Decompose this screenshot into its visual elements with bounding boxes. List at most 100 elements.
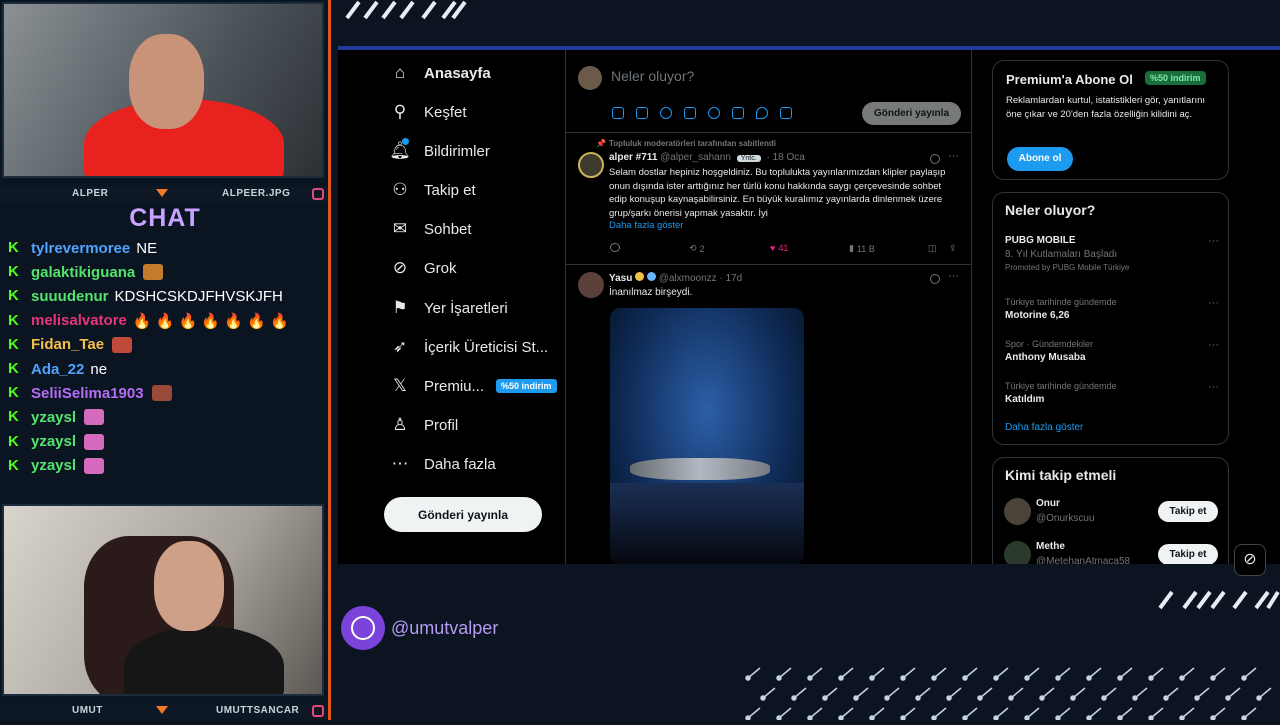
reply-button[interactable] xyxy=(610,243,620,252)
more-options-icon[interactable]: ··· xyxy=(948,150,959,162)
trend-item[interactable]: Türkiye tarihinde gündemde Katıldım ··· xyxy=(1005,381,1219,405)
chat-message: K SeliiSelima1903 xyxy=(8,382,172,404)
add-user-icon: ⚇ xyxy=(392,180,408,199)
nav-item-label: Anasayfa xyxy=(424,64,491,82)
nav-item-grok[interactable]: ⊘ Grok xyxy=(390,253,457,283)
slash-decoration-icon xyxy=(1158,590,1280,610)
pinned-note: Topluluk moderatörleri tarafından sabitl… xyxy=(609,139,776,148)
follow-button[interactable]: Takip et xyxy=(1158,544,1218,564)
kick-badge-icon: K xyxy=(8,311,19,329)
chat-message: Ktylrevermoree NE xyxy=(8,237,157,259)
bottom-slash-decoration xyxy=(1158,590,1280,610)
trend-item[interactable]: Türkiye tarihinde gündemde Motorine 6,26 ·… xyxy=(1005,297,1219,321)
premium-discount-badge: %50 indirim xyxy=(1145,71,1206,85)
trend-item[interactable]: PUBG MOBILE 8. Yıl Kutlamaları Başladı Pro… xyxy=(1005,235,1219,272)
nav-item-home[interactable]: ⌂ Anasayfa xyxy=(390,58,491,88)
compose-post-button[interactable]: Gönderi yayınla xyxy=(862,102,961,125)
nav-item-label: Grok xyxy=(424,259,457,277)
chat-message: K Fidan_Tae xyxy=(8,334,133,356)
nav-item-person[interactable]: ♙ Profil xyxy=(390,410,458,440)
post-avatar[interactable] xyxy=(578,272,604,298)
nav-item-x-logo[interactable]: 𝕏 Premiu... %50 indirim xyxy=(390,371,557,401)
sidebar-post-button[interactable]: Gönderi yayınla xyxy=(384,497,542,532)
chat-message: Kmelisalvatore 🔥 🔥 🔥 🔥 🔥 🔥 🔥 xyxy=(8,310,289,332)
nav-item-add-user[interactable]: ⚇ Takip et xyxy=(390,175,476,205)
cam2-left-label: UMUT xyxy=(72,705,103,716)
more-options-icon[interactable]: ··· xyxy=(1208,339,1219,351)
post-media-video[interactable] xyxy=(610,308,804,564)
show-more-link[interactable]: Daha fazla göster xyxy=(609,220,683,231)
grok-icon[interactable] xyxy=(660,107,672,119)
nav-item-more[interactable]: ⋯ Daha fazla xyxy=(390,449,496,479)
chat-username: Fidan_Tae xyxy=(31,336,105,354)
promoted-label: Promoted by PUBG Mobile Türkiye xyxy=(1005,263,1130,272)
nav-item-label: Yer İşaretleri xyxy=(424,299,508,317)
premium-description: Reklamlardan kurtul, istatistikleri gör,… xyxy=(1006,95,1206,120)
trend-subtitle: 8. Yıl Kutlamaları Başladı xyxy=(1005,249,1118,260)
nav-item-bell[interactable]: 🔔︎ Bildirimler xyxy=(389,136,490,166)
nav-item-label: Daha fazla xyxy=(424,455,496,473)
mail-icon: ✉ xyxy=(392,219,408,238)
home-icon: ⌂ xyxy=(394,63,406,82)
grok-float-button[interactable]: ⊘ xyxy=(1234,544,1266,576)
post-date[interactable]: · 18 Oca xyxy=(766,152,804,163)
schedule-icon[interactable] xyxy=(732,107,744,119)
flag-icon[interactable] xyxy=(780,107,792,119)
share-icon[interactable]: ⇪ xyxy=(949,243,957,254)
grok-icon[interactable] xyxy=(930,154,940,164)
post-handle[interactable]: @alper_sahann xyxy=(660,152,731,163)
avatar[interactable] xyxy=(1004,498,1031,525)
image-icon[interactable] xyxy=(612,107,624,119)
more-options-icon[interactable]: ··· xyxy=(948,270,959,282)
chat-username: yzaysl xyxy=(31,408,77,426)
chat-username: yzaysl xyxy=(31,457,77,475)
nav-item-rocket[interactable]: ➶ İçerik Üreticisi St... xyxy=(390,332,548,362)
trend-name: Katıldım xyxy=(1005,394,1045,405)
emote-icon xyxy=(143,264,164,281)
instagram-icon xyxy=(312,188,324,200)
chat-username: Ada_22 xyxy=(31,360,85,378)
more-options-icon[interactable]: ··· xyxy=(1208,381,1219,393)
post-text: Selam dostlar hepiniz hoşgeldiniz. Bu to… xyxy=(609,167,946,219)
chat-message: K Ada_22 ne xyxy=(8,358,107,380)
gif-icon[interactable] xyxy=(636,107,648,119)
nav-item-mail[interactable]: ✉ Sohbet xyxy=(390,214,472,244)
trend-item[interactable]: Spor · Gündemdekiler Anthony Musaba ··· xyxy=(1005,339,1219,363)
nav-item-label: Takip et xyxy=(424,181,476,199)
cam1-nameplate: ALPER ALPEER.JPG xyxy=(0,186,330,202)
nav-item-bookmark[interactable]: ⚑ Yer İşaretleri xyxy=(390,293,508,323)
views-button[interactable]: ▮ 11 B xyxy=(849,243,875,254)
follow-user-name[interactable]: Onur xyxy=(1036,498,1060,509)
circuit-pattern-icon xyxy=(745,667,1272,721)
trend-context: Türkiye tarihinde gündemde xyxy=(1005,297,1117,307)
chat-text: KDSHCSKDJFHVSKJFH xyxy=(114,287,283,305)
kick-badge-icon: K xyxy=(8,263,19,281)
subscribe-button[interactable]: Abone ol xyxy=(1007,147,1073,171)
more-options-icon[interactable]: ··· xyxy=(1208,297,1219,309)
kick-badge-icon: K xyxy=(8,408,19,426)
location-icon[interactable] xyxy=(756,107,768,119)
post-header: Yasu @alxmoonzz · 17d xyxy=(609,272,742,284)
emoji-icon[interactable] xyxy=(708,107,720,119)
moderator-badge: Yntc. xyxy=(736,155,761,162)
follow-user-name[interactable]: Methe xyxy=(1036,541,1065,552)
post-handle[interactable]: @alxmoonzz xyxy=(659,273,717,284)
trend-name: PUBG MOBILE xyxy=(1005,235,1076,246)
chat-username: suuudenur xyxy=(31,287,109,305)
compose-input[interactable]: Neler oluyor? xyxy=(611,68,694,84)
post-author[interactable]: alper #711 xyxy=(609,152,657,163)
follow-button[interactable]: Takip et xyxy=(1158,501,1218,522)
post-author[interactable]: Yasu xyxy=(609,273,632,284)
retweet-button[interactable]: ⟲ 2 xyxy=(689,243,705,254)
poll-icon[interactable] xyxy=(684,107,696,119)
post-avatar[interactable] xyxy=(578,152,604,178)
post-date[interactable]: · 17d xyxy=(719,273,742,284)
avatar[interactable] xyxy=(1004,541,1031,564)
bookmark-icon[interactable]: ◫ xyxy=(928,243,937,254)
post-header: alper #711 @alper_sahann Yntc. · 18 Oca xyxy=(609,152,805,163)
like-button[interactable]: ♥ 41 xyxy=(770,243,788,253)
more-options-icon[interactable]: ··· xyxy=(1208,235,1219,247)
grok-icon[interactable] xyxy=(930,274,940,284)
trends-show-more[interactable]: Daha fazla göster xyxy=(1005,422,1083,433)
nav-item-search[interactable]: ⚲ Keşfet xyxy=(390,97,467,127)
